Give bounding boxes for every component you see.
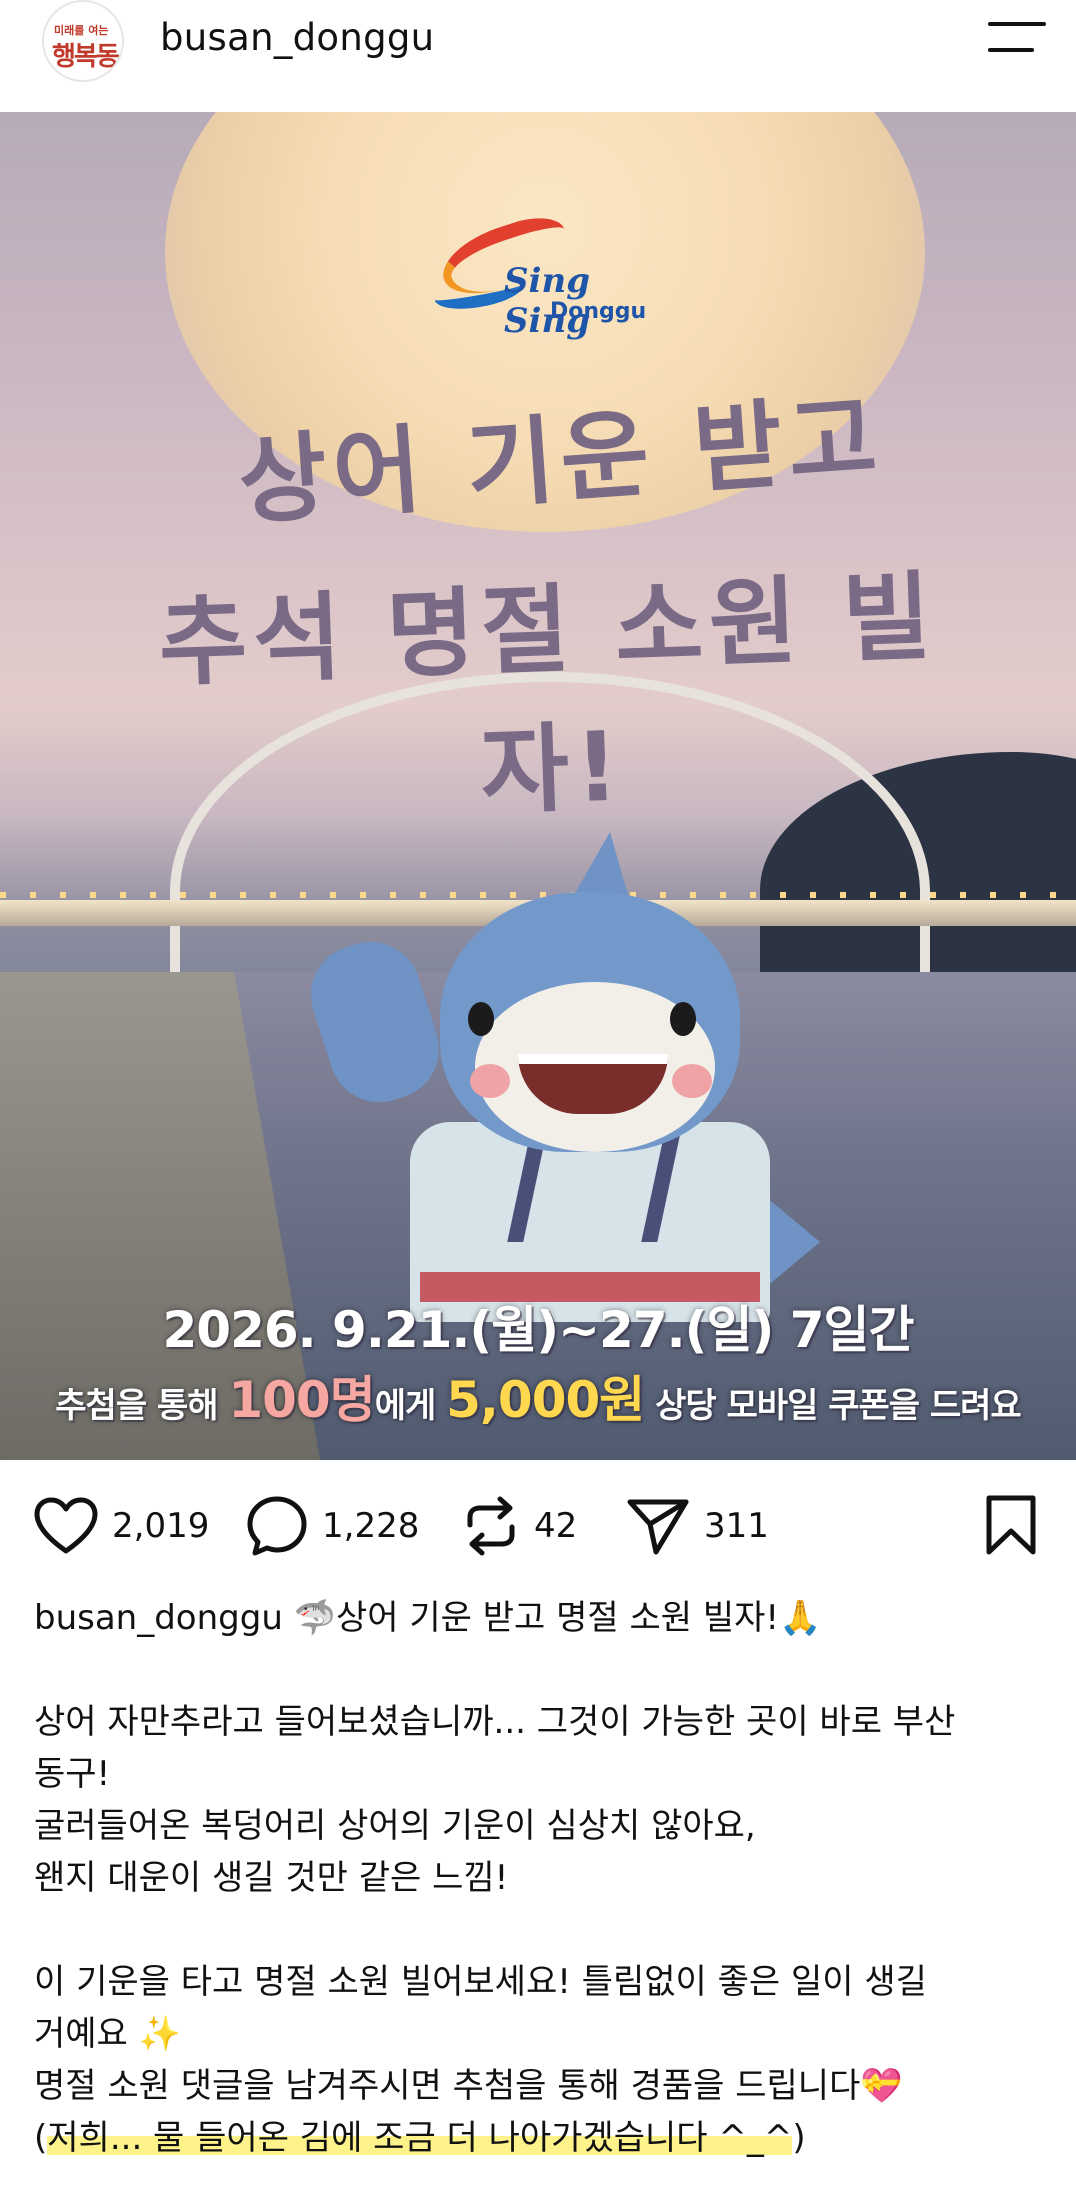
post-caption: busan_donggu 🦈상어 기운 받고 명절 소원 빌자!🙏 상어 자만추… xyxy=(34,1592,1044,2164)
like-count: 2,019 xyxy=(112,1506,210,1546)
profile-avatar[interactable]: 미래를 여는 행복동구 xyxy=(42,0,124,82)
repost-icon xyxy=(467,1496,515,1556)
prize-count-unit: 명 xyxy=(329,1371,376,1429)
logo-subtext: Donggu xyxy=(550,299,647,324)
caption-title: 상어 기운 받고 명절 소원 빌자! xyxy=(336,1598,780,1638)
menu-icon-line-bottom xyxy=(988,48,1034,52)
repost-count: 42 xyxy=(534,1506,578,1546)
prize-amount: 5,000원 xyxy=(446,1371,645,1429)
comment-count: 1,228 xyxy=(322,1506,420,1546)
comment-icon xyxy=(247,1496,307,1556)
highlight-open-paren: ( xyxy=(34,2118,48,2158)
event-date: 2026. 9.21.(월)~27.(일) 7일간 xyxy=(162,1301,915,1359)
comment-button[interactable]: 1,228 xyxy=(246,1496,420,1556)
highlight-close-paren: ) xyxy=(792,2118,806,2158)
caption-line: 명절 소원 댓글을 남겨주시면 추첨을 통해 경품을 드립니다 xyxy=(34,2066,861,2106)
pray-emoji: 🙏 xyxy=(779,1598,822,1638)
caption-line: 상어 자만추라고 들어보셨습니까... 그것이 가능한 곳이 바로 부산 xyxy=(34,1702,956,1742)
prize-prefix: 추첨을 통해 xyxy=(55,1386,229,1426)
highlighted-text: 저희... 물 들어온 김에 조금 더 나아가겠습니다 ^_^ xyxy=(47,2118,793,2158)
bookmark-icon xyxy=(986,1495,1036,1555)
shark-eye-left xyxy=(468,1002,494,1036)
prize-mid: 에게 xyxy=(374,1386,447,1426)
profile-username[interactable]: busan_donggu xyxy=(160,16,434,59)
shark-emoji: 🦈 xyxy=(293,1598,337,1638)
shark-mascot xyxy=(297,832,840,1352)
avatar-logo-text: 행복동구 xyxy=(52,42,120,80)
like-button[interactable]: 2,019 xyxy=(34,1497,210,1554)
menu-icon[interactable] xyxy=(988,22,1046,54)
save-button[interactable] xyxy=(984,1494,1038,1560)
caption-line: 동구! xyxy=(34,1754,111,1794)
post-action-bar: 2,019 1,228 42 311 xyxy=(0,1460,1076,1590)
shark-waving-arm xyxy=(297,928,453,1116)
prize-suffix: 상당 모바일 쿠폰을 드려요 xyxy=(644,1386,1022,1426)
caption-title-line: busan_donggu 🦈상어 기운 받고 명절 소원 빌자!🙏 xyxy=(34,1592,1044,1644)
gift-heart-emoji: 💝 xyxy=(860,2066,903,2106)
shark-cheek-left xyxy=(470,1064,510,1098)
caption-line-sparkle: 거예요 ✨ xyxy=(34,2008,1044,2060)
caption-line: 굴러들어온 복덩어리 상어의 기운이 심상치 않아요, xyxy=(34,1806,756,1846)
caption-line: 거예요 xyxy=(34,2014,139,2054)
caption-username[interactable]: busan_donggu xyxy=(34,1598,283,1638)
headline-line-2: 추석 명절 소원 빌자! xyxy=(156,560,939,828)
caption-highlight-line: (저희... 물 들어온 김에 조금 더 나아가겠습니다 ^_^) xyxy=(34,2112,1044,2164)
share-icon xyxy=(627,1499,689,1555)
post-header: 미래를 여는 행복동구 busan_donggu xyxy=(0,0,1076,112)
caption-line: 이 기운을 타고 명절 소원 빌어보세요! 틀림없이 좋은 일이 생길 xyxy=(34,1962,927,2002)
heart-icon xyxy=(34,1497,98,1554)
singsing-donggu-logo: Sing Sing Donggu xyxy=(430,207,650,341)
caption-line: 왠지 대운이 생길 것만 같은 느낌! xyxy=(34,1858,509,1898)
prize-count: 100 xyxy=(228,1371,330,1429)
post-image[interactable]: Sing Sing Donggu 상어 기운 받고 추석 명절 소원 빌자! 2… xyxy=(0,112,1076,1460)
caption-line-gift: 명절 소원 댓글을 남겨주시면 추첨을 통해 경품을 드립니다💝 xyxy=(34,2060,1044,2112)
menu-icon-line-top xyxy=(988,22,1046,26)
shark-eye-right xyxy=(670,1002,696,1036)
repost-button[interactable]: 42 xyxy=(462,1496,578,1556)
event-prize-line: 추첨을 통해 100명에게 5,000원 상당 모바일 쿠폰을 드려요 xyxy=(0,1360,1076,1432)
sparkle-emoji: ✨ xyxy=(138,2014,181,2054)
share-count: 311 xyxy=(704,1506,769,1546)
share-button[interactable]: 311 xyxy=(626,1498,769,1555)
shark-cheek-right xyxy=(672,1064,712,1098)
